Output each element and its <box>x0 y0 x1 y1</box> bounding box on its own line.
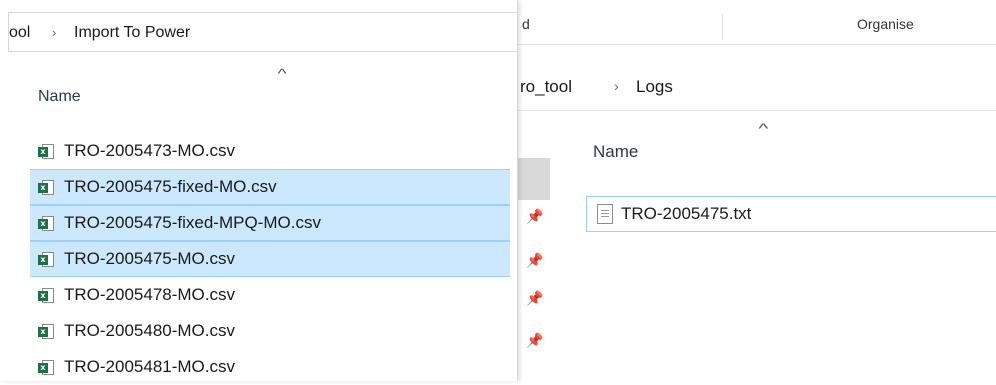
pin-icon[interactable]: 📌 <box>526 208 543 225</box>
file-row-selected[interactable]: x TRO-2005475-fixed-MPQ-MO.csv <box>30 205 510 241</box>
excel-file-icon: x <box>38 179 55 196</box>
explorer-window-import-to-power: ool › Import To Power ^ Name x TRO-20054… <box>0 0 518 381</box>
file-list: x TRO-2005473-MO.csv x TRO-2005475-fixed… <box>30 133 510 385</box>
excel-file-icon: x <box>38 251 55 268</box>
file-row-selected[interactable]: x TRO-2005475-fixed-MO.csv <box>30 169 510 205</box>
sort-ascending-icon[interactable]: ^ <box>758 120 768 136</box>
file-row-selected[interactable]: x TRO-2005475-MO.csv <box>30 241 510 277</box>
pin-icon[interactable]: 📌 <box>526 252 543 269</box>
breadcrumb-chevron-icon[interactable]: › <box>614 78 619 94</box>
ribbon-label-fragment[interactable]: d <box>522 16 530 32</box>
pin-icon[interactable]: 📌 <box>526 290 543 307</box>
breadcrumb-segment[interactable]: Logs <box>636 77 673 97</box>
column-header-name[interactable]: Name <box>593 142 638 162</box>
excel-file-icon: x <box>38 215 55 232</box>
breadcrumb-segment[interactable]: ro_tool <box>520 77 572 97</box>
excel-file-icon: x <box>38 323 55 340</box>
file-name: TRO-2005478-MO.csv <box>64 285 235 304</box>
excel-file-icon: x <box>38 143 55 160</box>
file-name: TRO-2005480-MO.csv <box>64 321 235 340</box>
ribbon-organise-label[interactable]: Organise <box>857 16 914 32</box>
excel-file-icon: x <box>38 359 55 376</box>
file-name: TRO-2005473-MO.csv <box>64 141 235 160</box>
text-file-icon <box>597 204 613 224</box>
file-row[interactable]: TRO-2005475.txt <box>586 196 996 232</box>
address-bar[interactable]: ool › Import To Power <box>8 12 517 52</box>
column-header-name[interactable]: Name <box>38 88 81 106</box>
file-name: TRO-2005475-fixed-MO.csv <box>64 177 277 196</box>
file-name: TRO-2005475-fixed-MPQ-MO.csv <box>64 213 321 232</box>
ribbon-divider <box>722 14 723 40</box>
file-name: TRO-2005481-MO.csv <box>64 357 235 376</box>
pin-icon[interactable]: 📌 <box>526 332 543 349</box>
file-name: TRO-2005475.txt <box>621 204 752 223</box>
file-row[interactable]: x TRO-2005480-MO.csv <box>30 313 510 349</box>
breadcrumb-segment[interactable]: ool <box>9 24 30 42</box>
file-row[interactable]: x TRO-2005478-MO.csv <box>30 277 510 313</box>
breadcrumb-segment[interactable]: Import To Power <box>74 24 190 42</box>
file-name: TRO-2005475-MO.csv <box>64 249 235 268</box>
excel-file-icon: x <box>38 287 55 304</box>
breadcrumb-chevron-icon[interactable]: › <box>52 25 56 40</box>
sort-ascending-icon[interactable]: ^ <box>277 66 286 81</box>
file-row[interactable]: x TRO-2005481-MO.csv <box>30 349 510 385</box>
file-row[interactable]: x TRO-2005473-MO.csv <box>30 133 510 169</box>
